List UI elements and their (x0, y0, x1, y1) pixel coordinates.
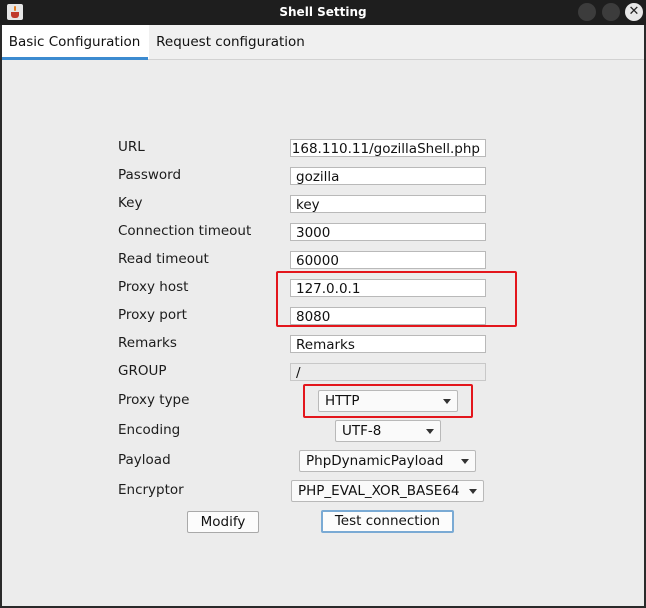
url-label: URL (118, 139, 145, 155)
remarks-field[interactable]: Remarks (290, 335, 486, 353)
close-icon[interactable]: ✕ (625, 3, 643, 21)
encoding-label: Encoding (118, 422, 181, 438)
key-field[interactable]: key (290, 195, 486, 213)
minimize-icon[interactable] (578, 3, 596, 21)
proxy-highlight-box (276, 271, 517, 327)
password-field[interactable]: gozilla (290, 167, 486, 185)
tab-basic-configuration[interactable]: Basic Configuration (0, 25, 149, 59)
connection-timeout-field[interactable]: 3000 (290, 223, 486, 241)
modify-button[interactable]: Modify (187, 511, 259, 533)
remarks-label: Remarks (118, 335, 177, 351)
encoding-value: UTF-8 (342, 423, 382, 439)
window-border-left (0, 25, 2, 608)
chevron-down-icon (426, 429, 434, 434)
encryptor-label: Encryptor (118, 482, 184, 498)
payload-label: Payload (118, 452, 171, 468)
shell-setting-window: Shell Setting ✕ Basic Configuration Requ… (0, 0, 646, 608)
proxy-type-label: Proxy type (118, 392, 190, 408)
proxy-type-highlight-box (303, 384, 473, 418)
payload-select[interactable]: PhpDynamicPayload (299, 450, 476, 472)
chevron-down-icon (461, 459, 469, 464)
password-label: Password (118, 167, 182, 183)
payload-value: PhpDynamicPayload (306, 453, 444, 469)
url-field[interactable]: http://192.168.110.11/gozillaShell.php (290, 139, 486, 157)
proxy-host-label: Proxy host (118, 279, 189, 295)
encryptor-value: PHP_EVAL_XOR_BASE64 (298, 483, 460, 499)
connection-timeout-label: Connection timeout (118, 223, 252, 239)
tab-request-configuration[interactable]: Request configuration (149, 25, 312, 59)
chevron-down-icon (469, 489, 477, 494)
read-timeout-label: Read timeout (118, 251, 209, 267)
read-timeout-field[interactable]: 60000 (290, 251, 486, 269)
maximize-icon[interactable] (602, 3, 620, 21)
test-connection-button[interactable]: Test connection (321, 510, 454, 533)
group-field: / (290, 363, 486, 381)
proxy-port-label: Proxy port (118, 307, 187, 323)
window-title: Shell Setting (279, 5, 367, 19)
encoding-select[interactable]: UTF-8 (335, 420, 441, 442)
title-bar: Shell Setting ✕ (0, 0, 646, 25)
group-label: GROUP (118, 363, 167, 379)
key-label: Key (118, 195, 143, 211)
encryptor-select[interactable]: PHP_EVAL_XOR_BASE64 (291, 480, 484, 502)
